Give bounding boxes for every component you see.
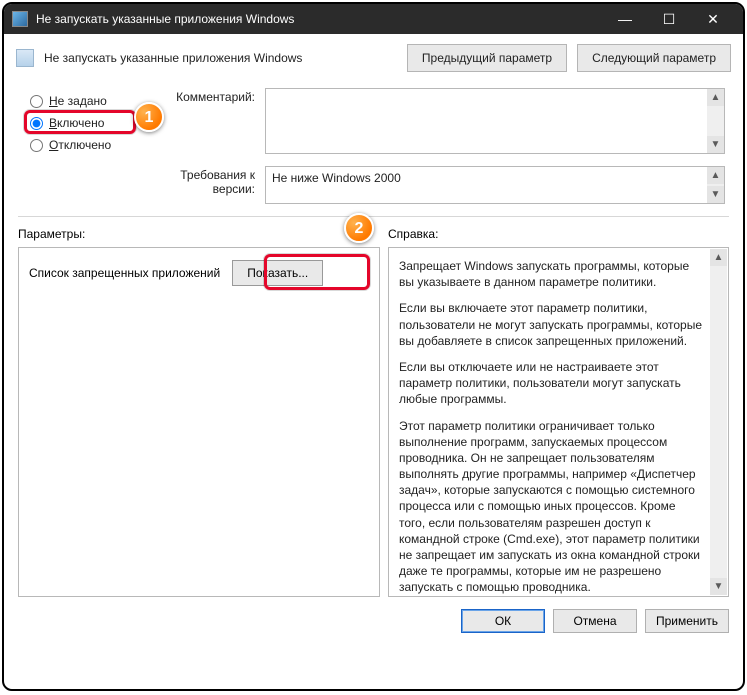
blocked-apps-label: Список запрещенных приложений (29, 266, 220, 280)
app-icon (12, 11, 28, 27)
radio-enabled-input[interactable] (30, 117, 43, 130)
apply-button[interactable]: Применить (645, 609, 729, 633)
comment-scrollbar[interactable]: ▲ ▼ (707, 89, 724, 153)
help-paragraph: Если вы включаете этот параметр политики… (399, 300, 704, 349)
policy-header: Не запускать указанные приложения Window… (4, 34, 743, 82)
radio-not-configured[interactable]: Не задано (30, 90, 140, 112)
minimize-button[interactable]: — (603, 5, 647, 33)
policy-title: Не запускать указанные приложения Window… (44, 51, 397, 65)
radio-enabled[interactable]: Включено (30, 112, 140, 134)
radio-disabled[interactable]: Отключено (30, 134, 140, 156)
help-paragraph: Запрещает Windows запускать программы, к… (399, 258, 704, 290)
help-panel: Запрещает Windows запускать программы, к… (388, 247, 729, 597)
requirements-label: Требования к версии: (140, 166, 265, 204)
annotation-badge-1: 1 (134, 102, 164, 132)
radio-enabled-label: Включено (49, 116, 104, 130)
scroll-down-icon[interactable]: ▼ (707, 136, 724, 153)
requirements-box: Не ниже Windows 2000 ▲ ▼ (265, 166, 725, 204)
titlebar: Не запускать указанные приложения Window… (4, 4, 743, 34)
help-section-label: Справка: (388, 227, 729, 241)
radio-not-configured-label: Не задано (49, 94, 107, 108)
policy-icon (16, 49, 34, 67)
dialog-footer: ОК Отмена Применить (4, 597, 743, 645)
radio-disabled-input[interactable] (30, 139, 43, 152)
maximize-button[interactable]: ☐ (647, 5, 691, 33)
requirements-scrollbar[interactable]: ▲ ▼ (707, 167, 724, 203)
requirements-value: Не ниже Windows 2000 (272, 171, 401, 185)
next-setting-button[interactable]: Следующий параметр (577, 44, 731, 72)
window-title: Не запускать указанные приложения Window… (36, 12, 603, 26)
help-paragraph: Если вы отключаете или не настраиваете э… (399, 359, 704, 408)
radio-not-configured-input[interactable] (30, 95, 43, 108)
previous-setting-button[interactable]: Предыдущий параметр (407, 44, 567, 72)
ok-button[interactable]: ОК (461, 609, 545, 633)
help-paragraph: Этот параметр политики ограничивает толь… (399, 418, 704, 596)
annotation-badge-2: 2 (344, 213, 374, 243)
comment-textarea[interactable]: ▲ ▼ (265, 88, 725, 154)
scroll-down-icon[interactable]: ▼ (707, 186, 724, 203)
state-radio-group: Не задано Включено Отключено 1 (30, 88, 140, 156)
scroll-down-icon[interactable]: ▼ (710, 578, 727, 595)
help-scrollbar[interactable]: ▲ ▼ (710, 249, 727, 595)
scroll-up-icon[interactable]: ▲ (707, 167, 724, 184)
close-button[interactable]: ✕ (691, 5, 735, 33)
cancel-button[interactable]: Отмена (553, 609, 637, 633)
scroll-up-icon[interactable]: ▲ (707, 89, 724, 106)
parameters-section-label: Параметры: (18, 227, 388, 241)
parameters-panel: Список запрещенных приложений Показать..… (18, 247, 380, 597)
radio-disabled-label: Отключено (49, 138, 111, 152)
show-button[interactable]: Показать... (232, 260, 323, 286)
scroll-up-icon[interactable]: ▲ (710, 249, 727, 266)
